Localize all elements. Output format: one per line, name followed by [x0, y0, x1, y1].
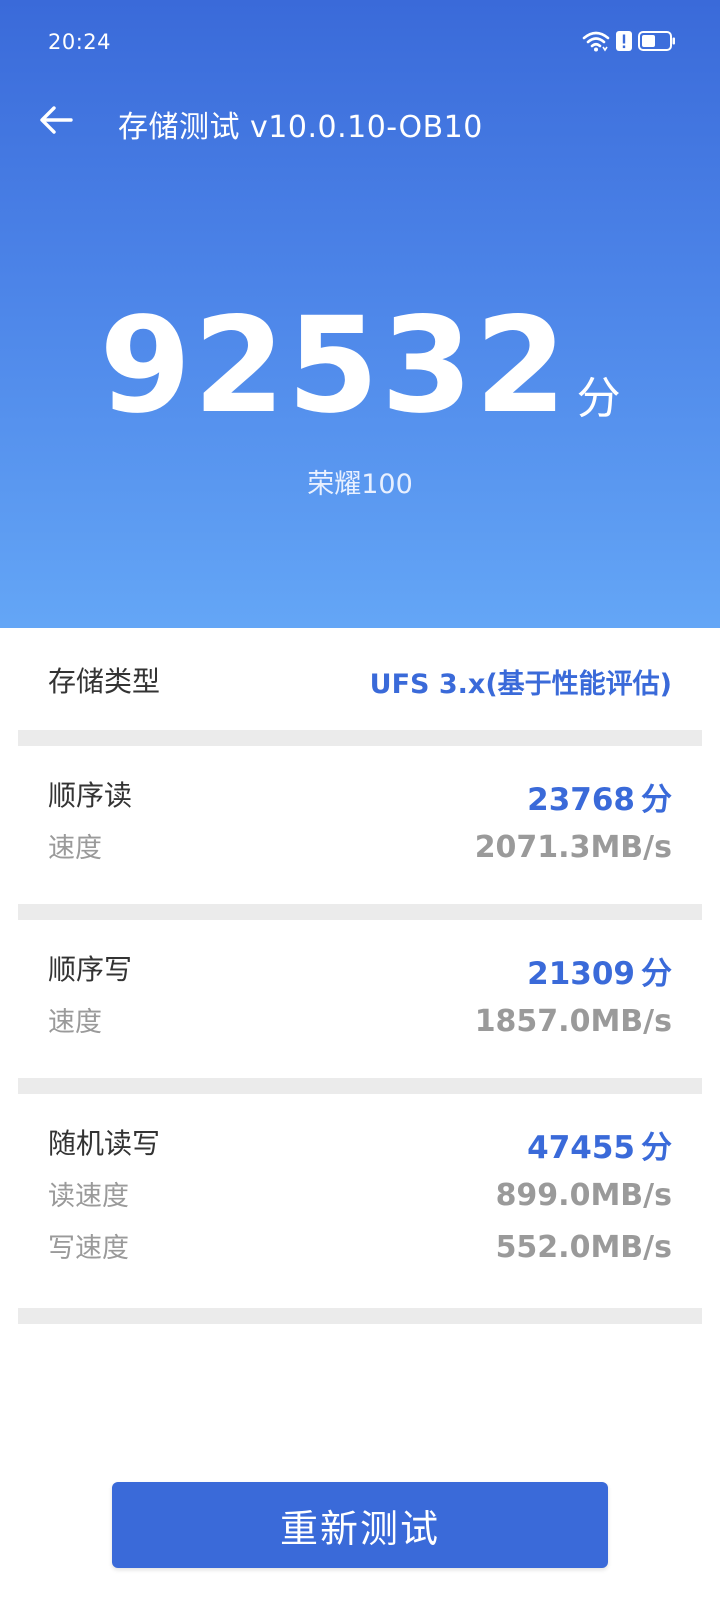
- sequential-read-card: 顺序读 23768 分 速度 2071.3MB/s: [18, 746, 702, 904]
- total-score-unit: 分: [576, 373, 621, 424]
- storage-type-value: UFS 3.x(基于性能评估): [369, 669, 672, 700]
- sequential-read-score-unit: 分: [641, 782, 672, 818]
- wifi-icon: [582, 30, 610, 52]
- divider: [18, 904, 702, 920]
- page-title: 存储测试 v10.0.10-OB10: [118, 110, 483, 145]
- random-rw-score-unit: 分: [641, 1130, 672, 1166]
- sequential-read-score-value: 23768: [527, 782, 635, 818]
- random-rw-score: 47455 分: [527, 1122, 672, 1167]
- storage-test-result-page: 20:24 存储测试 v10.0.10-OB10 92532 分 荣耀100 存…: [0, 0, 720, 1598]
- random-rw-score-value: 47455: [527, 1130, 635, 1166]
- sequential-write-score: 21309 分: [527, 948, 672, 993]
- sequential-write-score-unit: 分: [641, 956, 672, 992]
- random-read-speed-label: 读速度: [48, 1181, 129, 1212]
- sequential-read-score: 23768 分: [527, 774, 672, 819]
- sequential-read-speed-label: 速度: [48, 833, 102, 864]
- title-bar: 存储测试 v10.0.10-OB10: [0, 86, 720, 156]
- total-score-value: 92532: [99, 289, 569, 443]
- battery-icon: [638, 30, 676, 52]
- retest-button[interactable]: 重新测试: [112, 1482, 608, 1568]
- storage-type-row: 存储类型 UFS 3.x(基于性能评估): [18, 628, 702, 730]
- score-hero: 20:24 存储测试 v10.0.10-OB10 92532 分 荣耀100: [0, 0, 720, 628]
- sequential-write-speed-label: 速度: [48, 1007, 102, 1038]
- sequential-write-card: 顺序写 21309 分 速度 1857.0MB/s: [18, 920, 702, 1078]
- divider: [18, 1078, 702, 1094]
- status-icons: [582, 30, 676, 52]
- storage-type-label: 存储类型: [48, 665, 161, 698]
- device-name: 荣耀100: [307, 469, 413, 500]
- sequential-read-speed: 2071.3MB/s: [474, 830, 672, 865]
- random-rw-label: 随机读写: [48, 1127, 161, 1160]
- status-bar: 20:24: [0, 0, 720, 86]
- random-write-speed-label: 写速度: [48, 1233, 129, 1264]
- divider: [18, 1308, 702, 1324]
- sequential-write-speed: 1857.0MB/s: [474, 1004, 672, 1039]
- sequential-read-label: 顺序读: [48, 779, 133, 812]
- sequential-write-score-value: 21309: [527, 956, 635, 992]
- divider: [18, 730, 702, 746]
- arrow-left-icon: [39, 105, 73, 139]
- back-button[interactable]: [30, 96, 82, 148]
- status-time: 20:24: [48, 30, 112, 54]
- total-score: 92532 分: [0, 300, 720, 432]
- alert-icon: [616, 30, 632, 52]
- sequential-write-label: 顺序写: [48, 953, 133, 986]
- random-write-speed: 552.0MB/s: [495, 1230, 672, 1265]
- random-read-speed: 899.0MB/s: [495, 1178, 672, 1213]
- random-rw-card: 随机读写 47455 分 读速度 899.0MB/s 写速度 552.0MB/s: [18, 1094, 702, 1308]
